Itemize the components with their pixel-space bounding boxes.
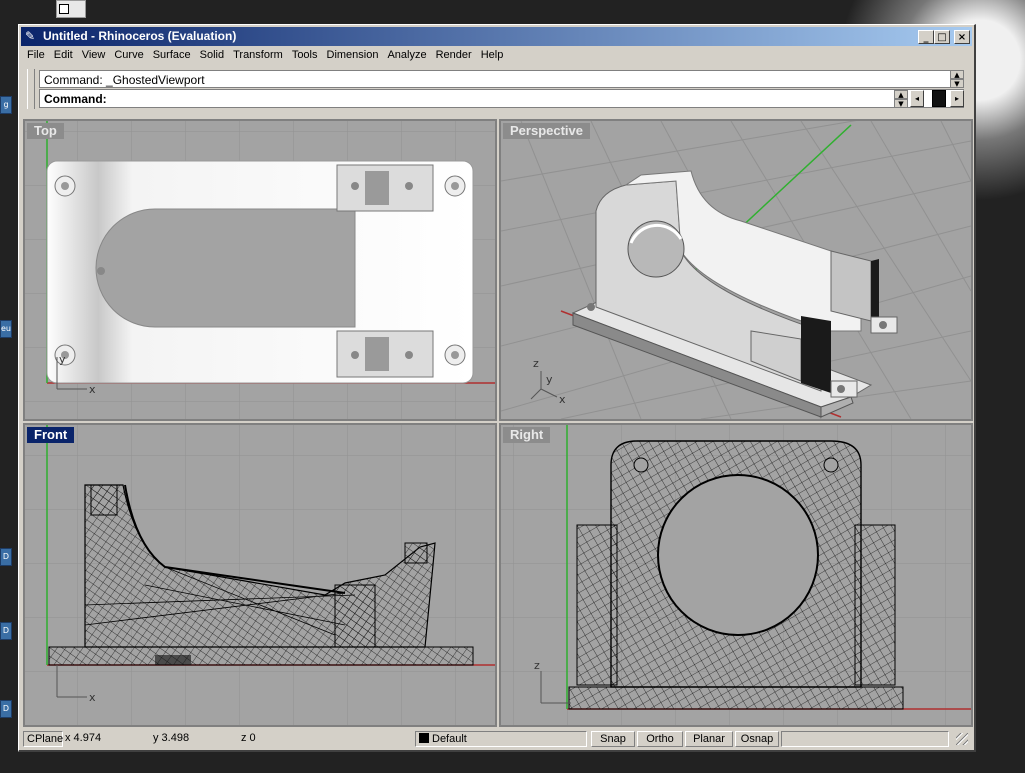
- menu-curve[interactable]: Curve: [110, 47, 148, 61]
- coord-y: y 3.498: [153, 732, 190, 744]
- menu-render[interactable]: Render: [432, 47, 477, 61]
- menu-view[interactable]: View: [78, 47, 111, 61]
- layer-panel[interactable]: Default: [415, 731, 587, 747]
- minimize-button[interactable]: _: [918, 30, 934, 44]
- command-prev-icon[interactable]: ◂: [910, 90, 924, 107]
- axis-gizmo: z y x: [530, 357, 566, 406]
- menu-solid[interactable]: Solid: [196, 47, 229, 61]
- rhino-icon: ✎: [25, 29, 36, 43]
- menu-analyze[interactable]: Analyze: [383, 47, 431, 61]
- status-message-panel: [781, 731, 949, 747]
- right-view-canvas: z: [501, 425, 971, 725]
- coord-x: x 4.974: [65, 732, 102, 744]
- desktop-shortcut-icon[interactable]: [56, 0, 86, 18]
- window-title: Untitled - Rhinoceros (Evaluation): [43, 29, 237, 43]
- coord-z: z 0: [241, 732, 256, 744]
- toolbar-grip[interactable]: [27, 69, 35, 109]
- planar-toggle[interactable]: Planar: [685, 731, 733, 747]
- rhino-window: ✎ Untitled - Rhinoceros (Evaluation) _ □…: [18, 24, 976, 752]
- command-history: Command: _GhostedViewport: [39, 70, 964, 88]
- snap-toggle[interactable]: Snap: [591, 731, 635, 747]
- front-view-canvas: x: [25, 425, 495, 725]
- bracket-right-wireframe: [568, 440, 904, 710]
- bracket-top-view: [46, 160, 474, 384]
- desktop-tab[interactable]: D: [0, 622, 12, 640]
- history-scroll-down-icon[interactable]: ▼: [950, 79, 964, 88]
- viewport-top[interactable]: y x Top: [23, 119, 497, 421]
- viewport-front[interactable]: x Front: [23, 423, 497, 727]
- command-next-icon[interactable]: ▸: [950, 90, 964, 107]
- command-divider: [932, 90, 946, 107]
- menu-surface[interactable]: Surface: [149, 47, 196, 61]
- command-spin-up-icon[interactable]: ▲: [894, 90, 908, 99]
- menu-transform[interactable]: Transform: [229, 47, 288, 61]
- svg-text:x: x: [89, 383, 96, 396]
- desktop-tab[interactable]: eu: [0, 320, 12, 338]
- svg-text:y: y: [59, 353, 66, 366]
- layer-name: Default: [432, 733, 467, 745]
- cplane-label: CPlane: [23, 731, 63, 747]
- viewport-label-right[interactable]: Right: [503, 427, 551, 443]
- viewport-label-top[interactable]: Top: [27, 123, 64, 139]
- maximize-button[interactable]: □: [934, 30, 950, 44]
- menu-tools[interactable]: Tools: [288, 47, 323, 61]
- ortho-toggle[interactable]: Ortho: [637, 731, 683, 747]
- menu-bar: File Edit View Curve Surface Solid Transform To…: [23, 47, 970, 65]
- menu-file[interactable]: File: [23, 47, 50, 61]
- viewport-label-front[interactable]: Front: [27, 427, 75, 443]
- resize-grip-icon[interactable]: [956, 733, 968, 745]
- viewport-perspective[interactable]: z y x Perspective: [499, 119, 973, 421]
- desktop-tab[interactable]: D: [0, 700, 12, 718]
- osnap-toggle[interactable]: Osnap: [735, 731, 779, 747]
- title-bar[interactable]: ✎ Untitled - Rhinoceros (Evaluation) _ □…: [21, 27, 972, 46]
- desktop-tab[interactable]: g: [0, 96, 12, 114]
- close-button[interactable]: ×: [954, 30, 970, 44]
- svg-text:z: z: [533, 357, 539, 370]
- layer-color-swatch: [419, 733, 429, 743]
- menu-dimension[interactable]: Dimension: [323, 47, 384, 61]
- viewport-right[interactable]: z Right: [499, 423, 973, 727]
- desktop-tab[interactable]: D: [0, 548, 12, 566]
- command-spin-down-icon[interactable]: ▼: [894, 99, 908, 108]
- svg-text:x: x: [89, 691, 96, 704]
- menu-help[interactable]: Help: [477, 47, 509, 61]
- viewport-label-perspective[interactable]: Perspective: [503, 123, 590, 139]
- svg-text:y: y: [546, 373, 553, 386]
- status-bar: CPlane x 4.974 y 3.498 z 0 Default Snap …: [21, 729, 970, 749]
- command-input[interactable]: Command:: [39, 89, 964, 108]
- command-area: Command: _GhostedViewport ▲ ▼ Command: ▲…: [23, 67, 968, 113]
- svg-text:x: x: [559, 393, 566, 406]
- history-scroll-up-icon[interactable]: ▲: [950, 70, 964, 79]
- perspective-view-canvas: z y x: [501, 121, 971, 419]
- top-view-canvas: y x: [25, 121, 495, 419]
- menu-edit[interactable]: Edit: [50, 47, 78, 61]
- svg-text:z: z: [534, 659, 540, 672]
